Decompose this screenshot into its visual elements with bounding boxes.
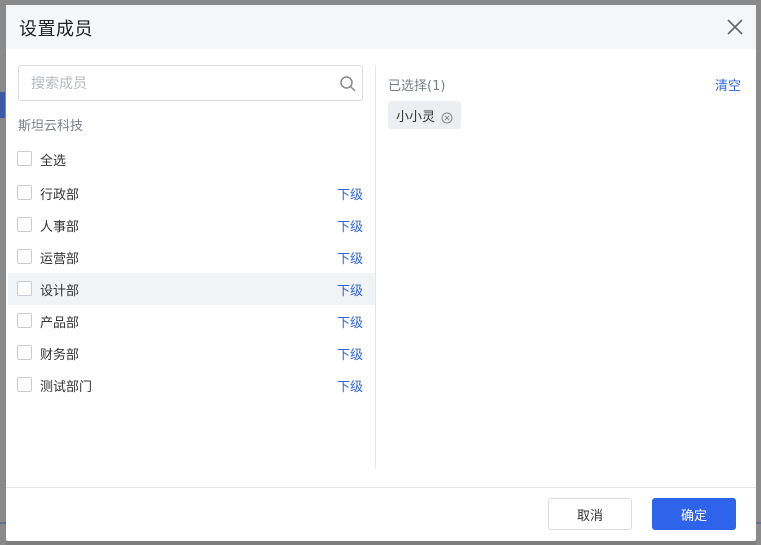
department-row[interactable]: 财务部 下级 <box>8 337 375 369</box>
department-row[interactable]: 人事部 下级 <box>8 209 375 241</box>
clear-button[interactable]: 清空 <box>715 75 741 94</box>
department-checkbox[interactable] <box>17 281 32 296</box>
department-checkbox[interactable] <box>17 217 32 232</box>
department-sub-link[interactable]: 下级 <box>337 280 363 299</box>
selected-member-tag: 小小灵 <box>388 101 462 129</box>
search-box[interactable] <box>18 65 363 101</box>
department-checkbox[interactable] <box>17 313 32 328</box>
dialog-header: 设置成员 <box>6 5 756 49</box>
department-checkbox[interactable] <box>17 345 32 360</box>
confirm-button[interactable]: 确定 <box>652 498 736 530</box>
panel-divider <box>375 65 376 469</box>
department-sub-link[interactable]: 下级 <box>337 312 363 331</box>
department-label: 设计部 <box>40 284 80 299</box>
set-members-dialog: 设置成员 斯坦云科技 全选 行政部 下级 人事部 下级 <box>6 5 756 541</box>
search-input[interactable] <box>31 74 321 94</box>
footer-divider <box>6 487 756 488</box>
remove-circle-icon[interactable] <box>441 109 453 124</box>
dialog-title: 设置成员 <box>19 19 93 40</box>
department-sub-link[interactable]: 下级 <box>337 248 363 267</box>
department-sub-link[interactable]: 下级 <box>337 344 363 363</box>
department-label: 运营部 <box>40 252 80 267</box>
selected-count: 已选择(1) <box>388 79 446 94</box>
department-sub-link[interactable]: 下级 <box>337 216 363 235</box>
organization-name: 斯坦云科技 <box>18 119 84 134</box>
department-checkbox[interactable] <box>17 185 32 200</box>
background-blue-marker <box>0 92 5 118</box>
department-sub-link[interactable]: 下级 <box>337 184 363 203</box>
department-checkbox[interactable] <box>17 377 32 392</box>
department-row[interactable]: 行政部 下级 <box>8 177 375 209</box>
department-label: 测试部门 <box>40 380 93 395</box>
department-row[interactable]: 产品部 下级 <box>8 305 375 337</box>
select-all-row[interactable]: 全选 <box>8 143 375 175</box>
select-all-label: 全选 <box>40 154 67 169</box>
department-row[interactable]: 设计部 下级 <box>8 273 375 305</box>
close-icon[interactable] <box>725 17 745 37</box>
department-label: 财务部 <box>40 348 80 363</box>
department-label: 行政部 <box>40 188 80 203</box>
department-sub-link[interactable]: 下级 <box>337 376 363 395</box>
background-page-edge-right <box>756 0 761 545</box>
selected-member-label: 小小灵 <box>396 109 436 125</box>
department-label: 产品部 <box>40 316 80 331</box>
department-checkbox[interactable] <box>17 249 32 264</box>
department-row[interactable]: 测试部门 下级 <box>8 369 375 401</box>
department-row[interactable]: 运营部 下级 <box>8 241 375 273</box>
select-all-checkbox[interactable] <box>17 151 32 166</box>
search-icon[interactable] <box>339 75 357 93</box>
cancel-button[interactable]: 取消 <box>548 498 632 530</box>
department-label: 人事部 <box>40 220 80 235</box>
